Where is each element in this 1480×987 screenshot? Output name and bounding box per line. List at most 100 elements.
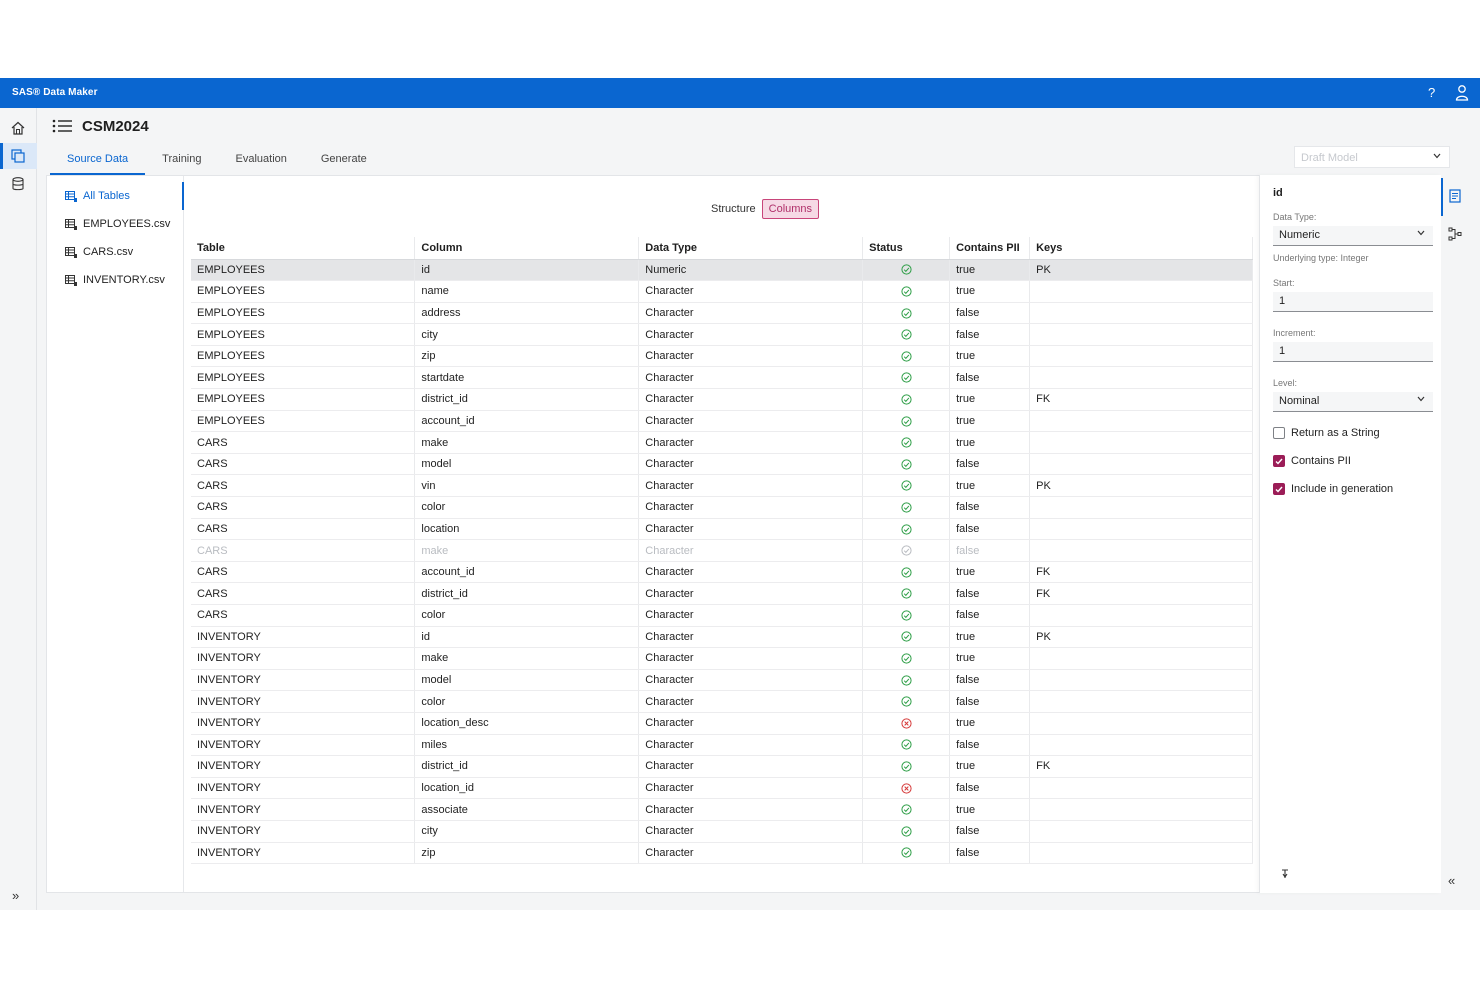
table-cell: CARS bbox=[191, 453, 416, 476]
columns-toggle-button[interactable]: Columns bbox=[761, 199, 820, 219]
relationships-icon[interactable] bbox=[1448, 227, 1462, 241]
structure-toggle-button[interactable]: Structure bbox=[705, 200, 762, 218]
table-row[interactable]: CARS account_id Character true FK bbox=[191, 561, 1253, 584]
nav-item-all-tables[interactable]: All Tables bbox=[65, 187, 130, 205]
table-row[interactable]: CARS make Character true bbox=[191, 431, 1253, 454]
table-row[interactable]: INVENTORY location_desc Character true bbox=[191, 712, 1253, 735]
success-status-icon bbox=[901, 610, 912, 621]
expand-rail-button[interactable]: » bbox=[12, 888, 19, 903]
table-row[interactable]: CARS location Character false bbox=[191, 518, 1253, 541]
column-header-data-type[interactable]: Data Type bbox=[638, 237, 864, 260]
nav-item-inventory[interactable]: INVENTORY.csv bbox=[65, 271, 165, 289]
tab-training[interactable]: Training bbox=[145, 148, 218, 175]
table-row[interactable]: CARS model Character false bbox=[191, 453, 1253, 476]
table-row[interactable]: EMPLOYEES zip Character true bbox=[191, 345, 1253, 368]
column-cell: zip bbox=[414, 842, 640, 865]
nav-active-indicator bbox=[182, 182, 184, 210]
success-status-icon bbox=[901, 459, 912, 470]
contains-pii-checkbox[interactable]: Contains PII bbox=[1273, 455, 1351, 467]
app-window: SAS® Data Maker ? » CSM2024 Source Data … bbox=[0, 78, 1480, 910]
table-row[interactable]: INVENTORY make Character true bbox=[191, 647, 1253, 670]
status-cell bbox=[862, 345, 951, 368]
keys-cell bbox=[1029, 647, 1253, 670]
error-status-icon bbox=[901, 718, 912, 729]
table-row[interactable]: CARS make Character false bbox=[191, 539, 1253, 562]
success-status-icon bbox=[901, 631, 912, 643]
start-input[interactable]: 1 bbox=[1273, 292, 1433, 312]
contains-pii-cell: true bbox=[949, 755, 1031, 778]
table-row[interactable]: CARS color Character false bbox=[191, 604, 1253, 627]
table-cell: CARS bbox=[191, 539, 416, 562]
column-header-table[interactable]: Table bbox=[191, 237, 416, 260]
table-row[interactable]: INVENTORY city Character false bbox=[191, 820, 1253, 843]
user-icon[interactable] bbox=[1455, 84, 1469, 101]
collapse-panel-button[interactable]: « bbox=[1448, 873, 1455, 888]
project-header: CSM2024 bbox=[52, 116, 149, 136]
column-header-column[interactable]: Column bbox=[414, 237, 640, 260]
column-cell: zip bbox=[414, 345, 640, 368]
data-type-select[interactable]: Numeric bbox=[1273, 226, 1433, 246]
contains-pii-cell: true bbox=[949, 431, 1031, 454]
contains-pii-cell: false bbox=[949, 323, 1031, 346]
checkbox-box[interactable] bbox=[1273, 483, 1285, 495]
table-cell: CARS bbox=[191, 518, 416, 541]
table-row[interactable]: INVENTORY color Character false bbox=[191, 690, 1253, 713]
include-in-generation-checkbox[interactable]: Include in generation bbox=[1273, 483, 1393, 495]
nav-item-employees[interactable]: EMPLOYEES.csv bbox=[65, 215, 170, 233]
table-row[interactable]: EMPLOYEES district_id Character true FK bbox=[191, 388, 1253, 411]
column-header-contains-pii[interactable]: Contains PII bbox=[949, 237, 1031, 260]
home-icon[interactable] bbox=[8, 118, 28, 138]
table-row[interactable]: INVENTORY id Character true PK bbox=[191, 626, 1253, 649]
keys-cell bbox=[1029, 366, 1253, 390]
success-status-icon bbox=[901, 545, 912, 556]
table-row[interactable]: EMPLOYEES address Character false bbox=[191, 302, 1253, 325]
table-row[interactable]: CARS vin Character true PK bbox=[191, 474, 1253, 498]
left-navigation-rail: » bbox=[0, 108, 37, 910]
table-row[interactable]: EMPLOYEES id Numeric true PK bbox=[191, 259, 1253, 282]
checkbox-box[interactable] bbox=[1273, 455, 1285, 467]
return-as-string-checkbox[interactable]: Return as a String bbox=[1273, 427, 1380, 439]
table-row[interactable]: INVENTORY associate Character true bbox=[191, 798, 1253, 821]
tab-generate[interactable]: Generate bbox=[304, 148, 384, 175]
checkbox-label: Return as a String bbox=[1291, 427, 1380, 439]
table-row[interactable]: INVENTORY district_id Character true FK bbox=[191, 755, 1253, 778]
contains-pii-cell: false bbox=[949, 820, 1031, 843]
tables-navigator: All Tables EMPLOYEES.csv CARS.csv INVENT… bbox=[47, 176, 184, 892]
success-status-icon bbox=[901, 826, 912, 837]
table-row[interactable]: EMPLOYEES account_id Character true bbox=[191, 410, 1253, 433]
projects-icon[interactable] bbox=[8, 146, 28, 166]
tab-evaluation[interactable]: Evaluation bbox=[219, 148, 304, 175]
data-type-cell: Character bbox=[638, 474, 864, 498]
level-select[interactable]: Nominal bbox=[1273, 392, 1433, 412]
table-row[interactable]: EMPLOYEES startdate Character false bbox=[191, 366, 1253, 390]
properties-icon[interactable] bbox=[1448, 189, 1462, 203]
column-header-status[interactable]: Status bbox=[862, 237, 951, 260]
level-label: Level: bbox=[1273, 378, 1298, 388]
table-row[interactable]: EMPLOYEES name Character true bbox=[191, 280, 1253, 303]
pin-icon[interactable] bbox=[1281, 869, 1289, 879]
column-cell: name bbox=[414, 280, 640, 303]
increment-input[interactable]: 1 bbox=[1273, 342, 1433, 362]
table-row[interactable]: CARS district_id Character false FK bbox=[191, 582, 1253, 605]
success-status-icon bbox=[901, 567, 912, 578]
table-row[interactable]: EMPLOYEES city Character false bbox=[191, 323, 1253, 346]
checkbox-box[interactable] bbox=[1273, 427, 1285, 439]
table-row[interactable]: INVENTORY miles Character false bbox=[191, 734, 1253, 757]
help-button[interactable]: ? bbox=[1428, 85, 1435, 100]
column-header-keys[interactable]: Keys bbox=[1029, 237, 1253, 260]
table-cell: INVENTORY bbox=[191, 820, 416, 843]
tab-source-data[interactable]: Source Data bbox=[50, 148, 146, 175]
database-icon[interactable] bbox=[8, 174, 28, 194]
nav-item-label: All Tables bbox=[83, 190, 130, 202]
table-row[interactable]: CARS color Character false bbox=[191, 496, 1253, 519]
table-row[interactable]: INVENTORY zip Character false bbox=[191, 842, 1253, 865]
model-select[interactable]: Draft Model bbox=[1294, 146, 1450, 168]
status-cell bbox=[862, 366, 951, 390]
column-cell: model bbox=[414, 669, 640, 692]
list-icon[interactable] bbox=[52, 119, 72, 133]
table-row[interactable]: INVENTORY location_id Character false bbox=[191, 777, 1253, 800]
contains-pii-cell: false bbox=[949, 453, 1031, 476]
table-cell: EMPLOYEES bbox=[191, 323, 416, 346]
nav-item-cars[interactable]: CARS.csv bbox=[65, 243, 133, 261]
table-row[interactable]: INVENTORY model Character false bbox=[191, 669, 1253, 692]
